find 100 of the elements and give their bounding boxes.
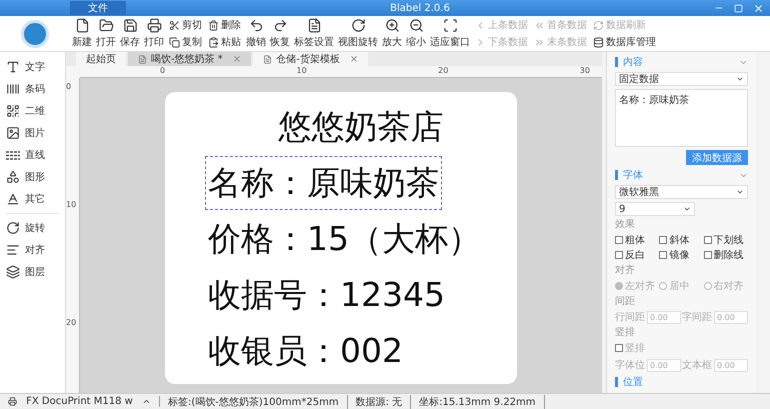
toolbar-button[interactable]: 标签设置 (292, 18, 336, 49)
tool-item[interactable]: 图层 (0, 261, 65, 283)
ruler-number: 20 (438, 66, 448, 77)
tool-item[interactable]: 条码 (0, 78, 65, 100)
file-menu[interactable]: 文件 (70, 1, 126, 15)
field-label: 行间距 (615, 311, 645, 324)
label-text[interactable]: 价格：15（大杯） (205, 212, 484, 266)
field-label: 字间距 (682, 310, 712, 324)
tool-item[interactable]: 直线 (0, 144, 65, 166)
tool-item[interactable]: 对齐 (0, 239, 65, 261)
image-icon (6, 126, 20, 140)
toolbar-button[interactable]: 放大 (380, 18, 404, 49)
group-label: 效果 (615, 219, 636, 230)
copy-icon (169, 36, 180, 48)
section-title: 位置 (623, 376, 644, 389)
field-label: 文本框 (682, 358, 712, 372)
toolbar-button[interactable]: 粘贴 (208, 35, 241, 49)
checkbox[interactable]: 反白 (615, 248, 660, 262)
printer-icon (8, 397, 17, 406)
app-logo (21, 20, 49, 48)
rotate-icon (350, 18, 366, 33)
toolbar-button[interactable]: 删除 (208, 18, 241, 32)
toolbar-button[interactable]: 新建 (70, 18, 94, 49)
tool-item[interactable]: 图形 (0, 166, 65, 188)
page-icon (306, 18, 322, 33)
document-tab[interactable]: 仓储-货架模板 × (253, 52, 368, 66)
toolbar-button[interactable]: 恢复 (268, 18, 292, 49)
undo-icon (248, 18, 264, 33)
font-select[interactable]: 微软雅黑 (615, 185, 748, 199)
section-title: 字体 (623, 168, 644, 182)
group-label: 竖排 (615, 327, 636, 338)
label-text[interactable]: 收据号：12345 (205, 268, 448, 322)
save-icon (122, 18, 138, 33)
checkbox[interactable]: 斜体 (659, 233, 704, 247)
tool-item[interactable]: 旋转 (0, 217, 65, 239)
align-icon (6, 243, 20, 257)
checkbox[interactable]: 粗体 (615, 233, 660, 247)
rotate-icon (6, 221, 20, 235)
section-title: 内容 (623, 56, 644, 69)
data-source-info: 数据源: 无 (348, 394, 412, 408)
zoom-out-icon (408, 18, 424, 33)
coordinates: 坐标:15.13mm 9.22mm (411, 394, 545, 408)
toolbar-button[interactable]: 适应窗口 (428, 18, 472, 49)
chevron-down-icon (682, 205, 691, 213)
group-label: 间距 (615, 296, 636, 307)
chevron-up-icon[interactable] (142, 397, 151, 406)
size-select[interactable]: 9 (615, 202, 695, 216)
letter-a-icon (6, 192, 20, 206)
refresh-icon (593, 20, 604, 30)
ruler-number: 10 (296, 66, 307, 77)
ruler-number: 0 (66, 82, 72, 92)
toolbar-button[interactable]: 撤销 (244, 18, 268, 49)
checkbox[interactable]: 镜像 (659, 248, 704, 262)
close-icon[interactable] (753, 2, 764, 14)
fit-frame-icon (442, 18, 458, 33)
document-tab[interactable]: 起始页 (76, 52, 126, 66)
checkbox[interactable]: 下划线 (704, 233, 748, 247)
toolbar-button[interactable]: 视图旋转 (336, 18, 380, 49)
database-icon (593, 36, 604, 48)
maximize-icon[interactable] (734, 4, 743, 12)
label-text[interactable]: 悠悠奶茶店 (276, 100, 446, 154)
content-field[interactable]: 名称：原味奶茶 (615, 89, 748, 147)
toolbar-button[interactable]: 数据库管理 (593, 35, 656, 49)
folder-icon (98, 18, 114, 33)
zoom-in-icon (384, 18, 400, 33)
document-icon (263, 54, 272, 64)
ruler-number: 30 (580, 66, 590, 77)
group-label: 对齐 (615, 265, 636, 276)
redo-icon (272, 18, 288, 33)
chevron-down-icon (736, 75, 744, 83)
document-tab[interactable]: 喝饮-悠悠奶茶 * × (128, 52, 252, 66)
ruler-number: 10 (66, 200, 78, 210)
document-icon (74, 18, 90, 33)
printer-name[interactable]: FX DocuPrint M118 w (26, 396, 133, 407)
clipboard-icon (208, 36, 219, 48)
chevron-down-icon (736, 188, 744, 196)
label-text[interactable]: 收银员：002 (205, 324, 406, 378)
tool-item[interactable]: 文字 (0, 56, 65, 78)
toolbar-button[interactable]: 缩小 (404, 18, 428, 49)
document-icon (138, 54, 147, 64)
trash-icon (208, 20, 219, 30)
data-source-select[interactable]: 固定数据 (615, 72, 748, 86)
shapes-icon (6, 170, 20, 184)
toolbar-button[interactable]: 打开 (94, 18, 118, 49)
printer-icon (146, 18, 162, 33)
tool-item[interactable]: 图片 (0, 122, 65, 144)
scissors-icon (169, 20, 180, 30)
text-icon (6, 60, 20, 74)
toolbar-button[interactable]: 剪切 (169, 18, 202, 32)
toolbar-button[interactable]: 打印 (142, 18, 166, 49)
window-title: Blabel 2.0.6 (389, 2, 451, 14)
checkbox[interactable]: 删除线 (704, 248, 748, 262)
toolbar-button[interactable]: 保存 (118, 18, 142, 49)
label-info: 标签:(喝饮-悠悠奶茶)100mm*25mm (160, 394, 348, 408)
tool-item[interactable]: 其它 (0, 188, 65, 210)
lines-icon (6, 150, 20, 160)
label-text[interactable]: 名称：原味奶茶 (205, 156, 442, 210)
tool-item[interactable]: 二维 (0, 100, 65, 122)
toolbar-button[interactable]: 复制 (169, 35, 202, 49)
field-label: 字体位 (615, 358, 645, 372)
